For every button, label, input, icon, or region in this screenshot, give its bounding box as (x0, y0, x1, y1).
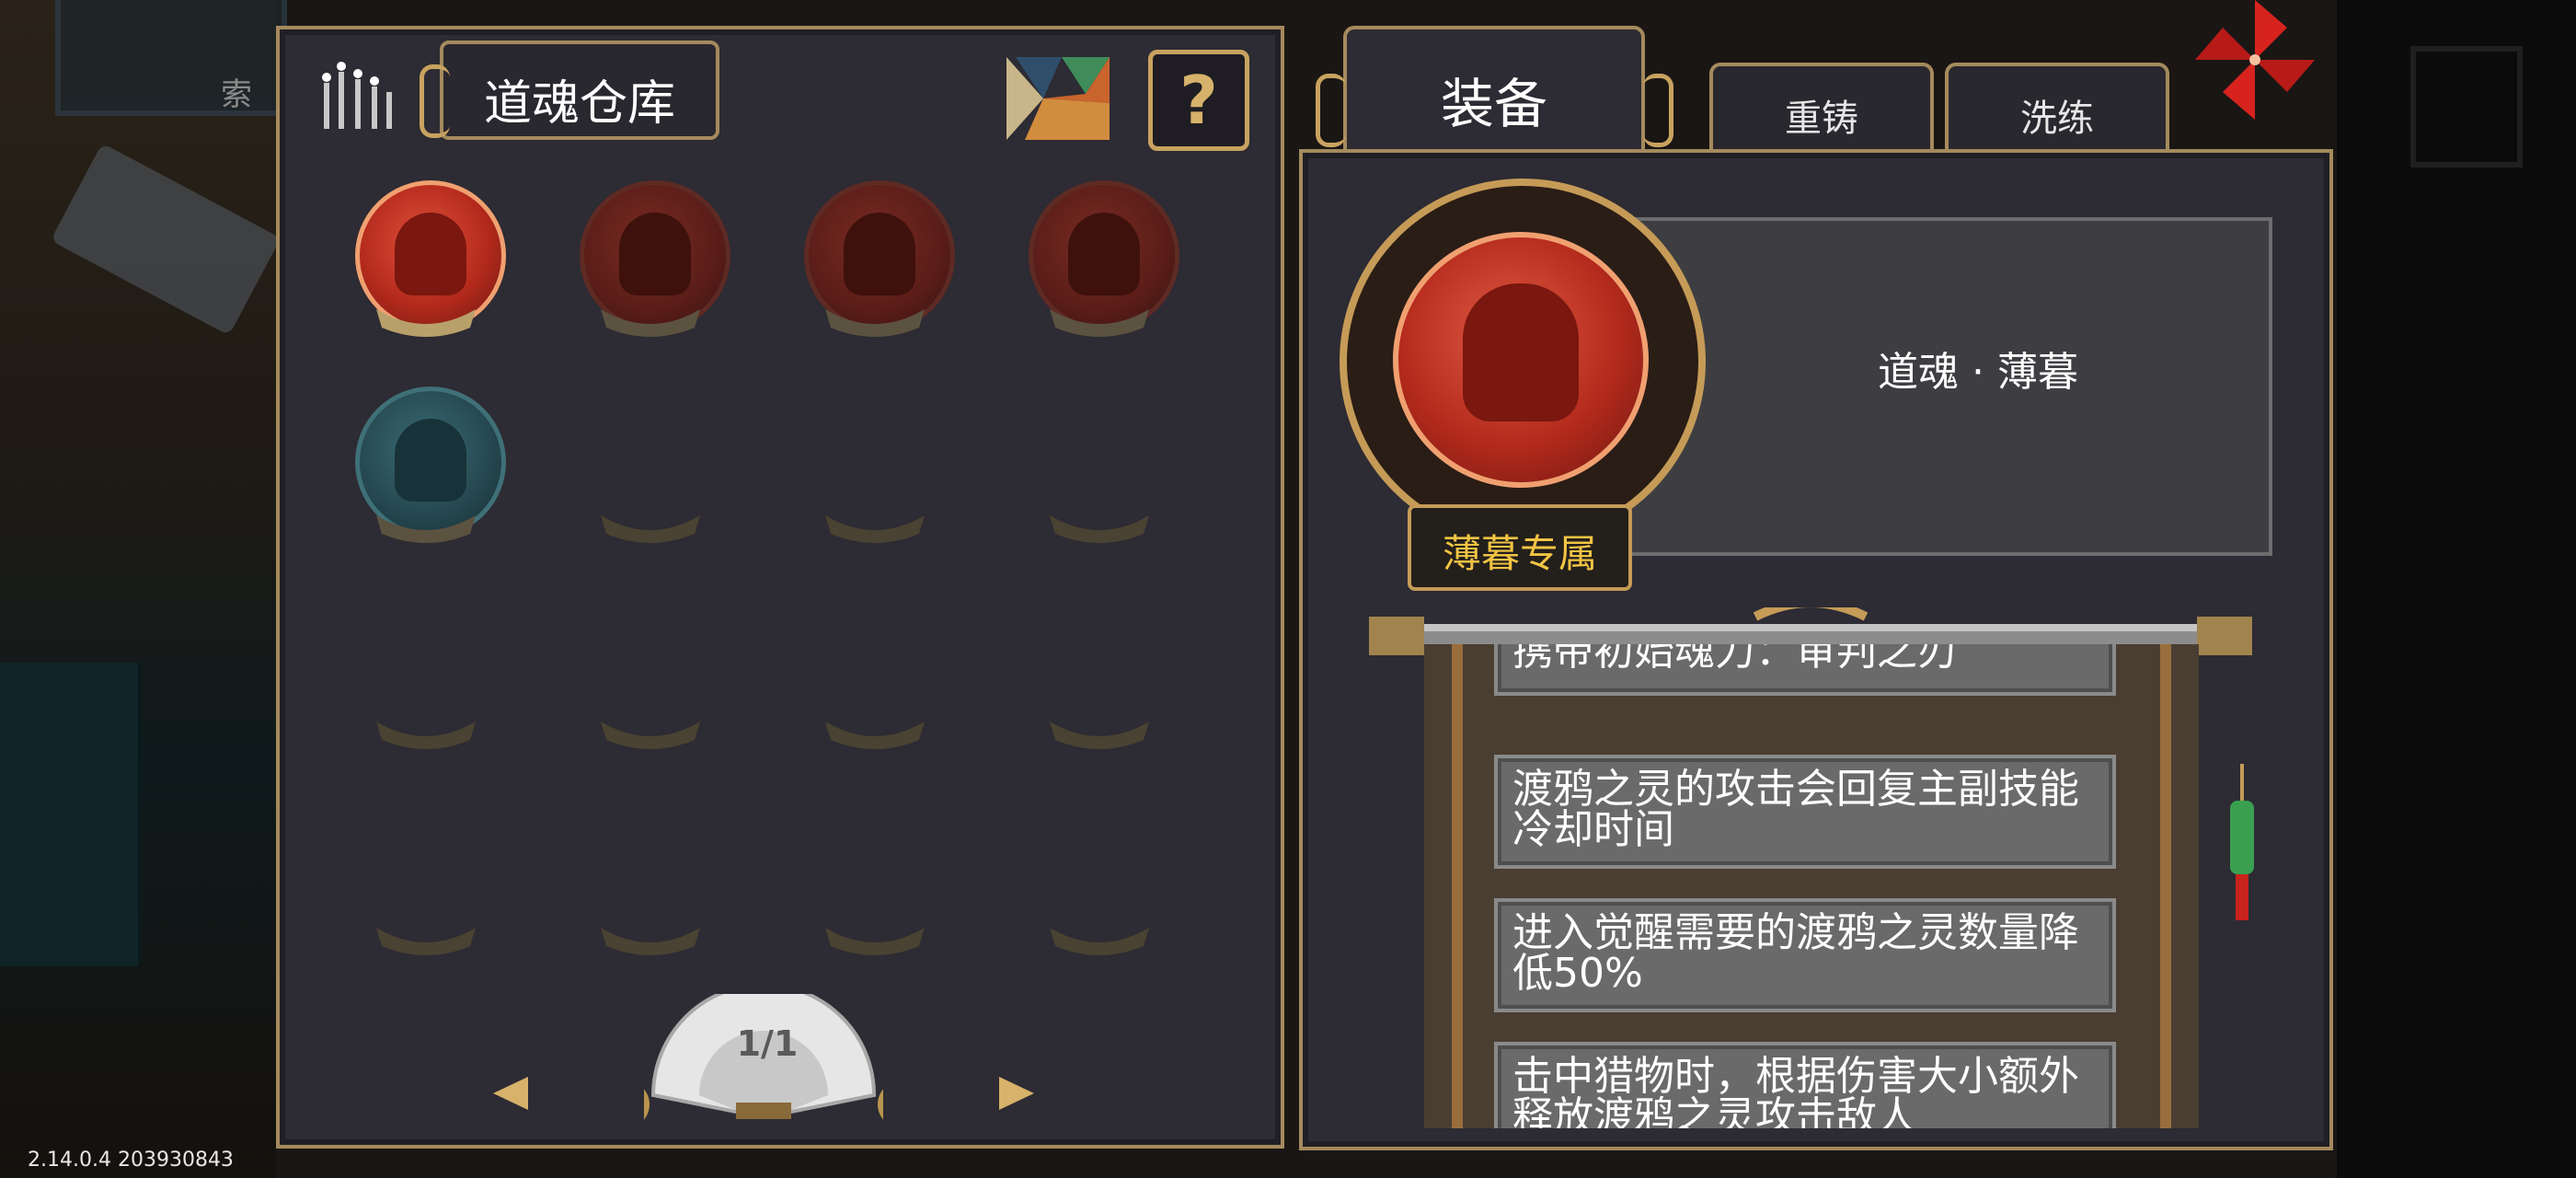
soul-slot-empty[interactable] (797, 387, 953, 571)
orb-stand (1050, 309, 1149, 337)
candles-icon (322, 62, 392, 129)
orb-stand (825, 722, 925, 749)
tab-refine-label: 洗练 (2020, 98, 2094, 140)
tab-recast[interactable]: 重铸 (1709, 63, 1934, 153)
orb-stand (1050, 928, 1149, 955)
effect-text: 击中猎物时，根据伤害大小额外释放渡鸦之灵攻击敌人 (1512, 1053, 2079, 1129)
soul-slot-empty[interactable] (572, 387, 729, 571)
tab-equip[interactable]: 装备 (1343, 26, 1645, 153)
orb-stand (376, 722, 476, 749)
soul-slot-2[interactable] (572, 180, 730, 364)
orb-stand (825, 928, 925, 955)
help-button[interactable]: ? (1148, 50, 1249, 151)
soul-slot-5[interactable] (348, 387, 506, 571)
orb-stand (601, 722, 700, 749)
orb-stand (601, 928, 700, 955)
effect-entry-1: 携带初始魂力：审判之刃 (1494, 644, 2116, 696)
page-indicator: 1/1 (736, 1023, 799, 1064)
rug-decoration (55, 0, 287, 116)
exclusive-badge: 薄暮专属 (1408, 504, 1632, 591)
soul-slot-empty[interactable] (1021, 593, 1178, 777)
effect-text: 进入觉醒需要的渡鸦之灵数量降低50% (1512, 909, 2079, 997)
orb-stand (601, 309, 700, 337)
orb-stand (601, 515, 700, 543)
scroll-curl-left (420, 64, 450, 138)
scroll-curl-right (1643, 74, 1673, 147)
soul-slot-3[interactable] (797, 180, 955, 364)
orb-stand (376, 928, 476, 955)
warehouse-title-tab: 道魂仓库 (440, 40, 719, 140)
selected-soul-orb (1393, 232, 1649, 488)
tab-equip-label: 装备 (1440, 73, 1547, 135)
portrait-icon (395, 213, 466, 295)
tab-recast-label: 重铸 (1785, 98, 1858, 140)
background-scene-left: 索 (0, 0, 287, 1178)
portrait-icon (1463, 283, 1579, 422)
portrait-icon (844, 213, 915, 295)
scroll-rail (1452, 644, 1463, 1128)
warehouse-title: 道魂仓库 (483, 76, 675, 132)
prev-page-arrow-icon[interactable] (493, 1077, 528, 1110)
soul-slot-empty[interactable] (797, 593, 953, 777)
effect-entry-4: 击中猎物时，根据伤害大小额外释放渡鸦之灵攻击敌人 (1494, 1042, 2116, 1128)
pinwheel-icon (2195, 0, 2315, 120)
floor-tile (0, 663, 142, 966)
soul-slot-empty[interactable] (572, 593, 729, 777)
portrait-icon (619, 213, 691, 295)
effect-text: 渡鸦之灵的攻击会回复主副技能冷却时间 (1512, 766, 2079, 853)
orb-stand (376, 309, 476, 337)
soul-slot-4[interactable] (1021, 180, 1179, 364)
weapon-sprite (50, 143, 282, 336)
tab-refine[interactable]: 洗练 (1945, 63, 2169, 153)
soul-slot-1[interactable] (348, 180, 506, 364)
soul-slot-empty[interactable] (1021, 387, 1178, 571)
scroll-curl-left (1316, 74, 1346, 147)
orb-stand (825, 309, 925, 337)
orb-stand (1050, 515, 1149, 543)
scroll-rail (2160, 644, 2171, 1128)
soul-slot-empty[interactable] (1021, 799, 1178, 983)
portrait-icon (1068, 213, 1140, 295)
version-label: 2.14.0.4 203930843 (28, 1149, 234, 1172)
effect-entry-2: 渡鸦之灵的攻击会回复主副技能冷却时间 (1494, 755, 2116, 869)
background-scene-right (2337, 0, 2576, 1178)
soul-slot-empty[interactable] (348, 799, 504, 983)
background-crate (2410, 46, 2523, 167)
effects-scroll[interactable]: 携带初始魂力：审判之刃 渡鸦之灵的攻击会回复主副技能冷却时间 进入觉醒需要的渡鸦… (1424, 644, 2199, 1128)
effect-text: 携带初始魂力：审判之刃 (1512, 644, 1958, 675)
soul-slot-empty[interactable] (348, 593, 504, 777)
tangram-icon[interactable] (1006, 57, 1110, 140)
orb-stand (376, 515, 476, 543)
help-label: ? (1179, 62, 1218, 139)
soul-slot-empty[interactable] (797, 799, 953, 983)
exclusive-label: 薄暮专属 (1442, 531, 1597, 576)
effect-entry-3: 进入觉醒需要的渡鸦之灵数量降低50% (1494, 898, 2116, 1012)
orb-stand (825, 515, 925, 543)
soul-slot-empty[interactable] (572, 799, 729, 983)
next-page-arrow-icon[interactable] (999, 1077, 1034, 1110)
orb-stand (1050, 722, 1149, 749)
portrait-icon (395, 419, 466, 502)
soul-name: 道魂 · 薄暮 (1878, 349, 2078, 396)
background-sign-text: 索 (221, 76, 252, 113)
tassel-ornament (2230, 764, 2254, 920)
